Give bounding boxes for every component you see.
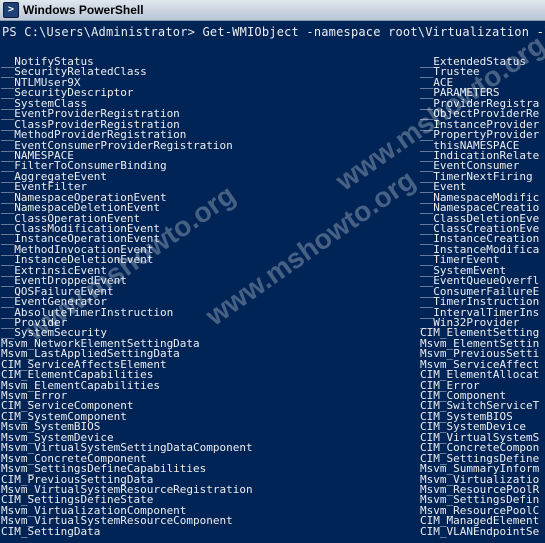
class-list-right: __ExtendedStatus __Trustee __ACE __PARAMETE… xyxy=(420,56,540,538)
window-title: Windows PowerShell xyxy=(23,3,144,17)
command-prompt-line: PS C:\Users\Administrator> Get-WMIObject… xyxy=(2,25,545,39)
wmi-class-name: CIM_VLANEndpointSe xyxy=(420,524,540,538)
title-bar[interactable]: > Windows PowerShell xyxy=(0,0,545,21)
powershell-icon: > xyxy=(3,2,19,18)
wmi-class-name: CIM_SettingData xyxy=(1,524,101,538)
console-output[interactable]: PS C:\Users\Administrator> Get-WMIObject… xyxy=(0,21,545,543)
class-list-left: __NotifyStatus __SecurityRelatedClass __NT… xyxy=(1,56,253,538)
